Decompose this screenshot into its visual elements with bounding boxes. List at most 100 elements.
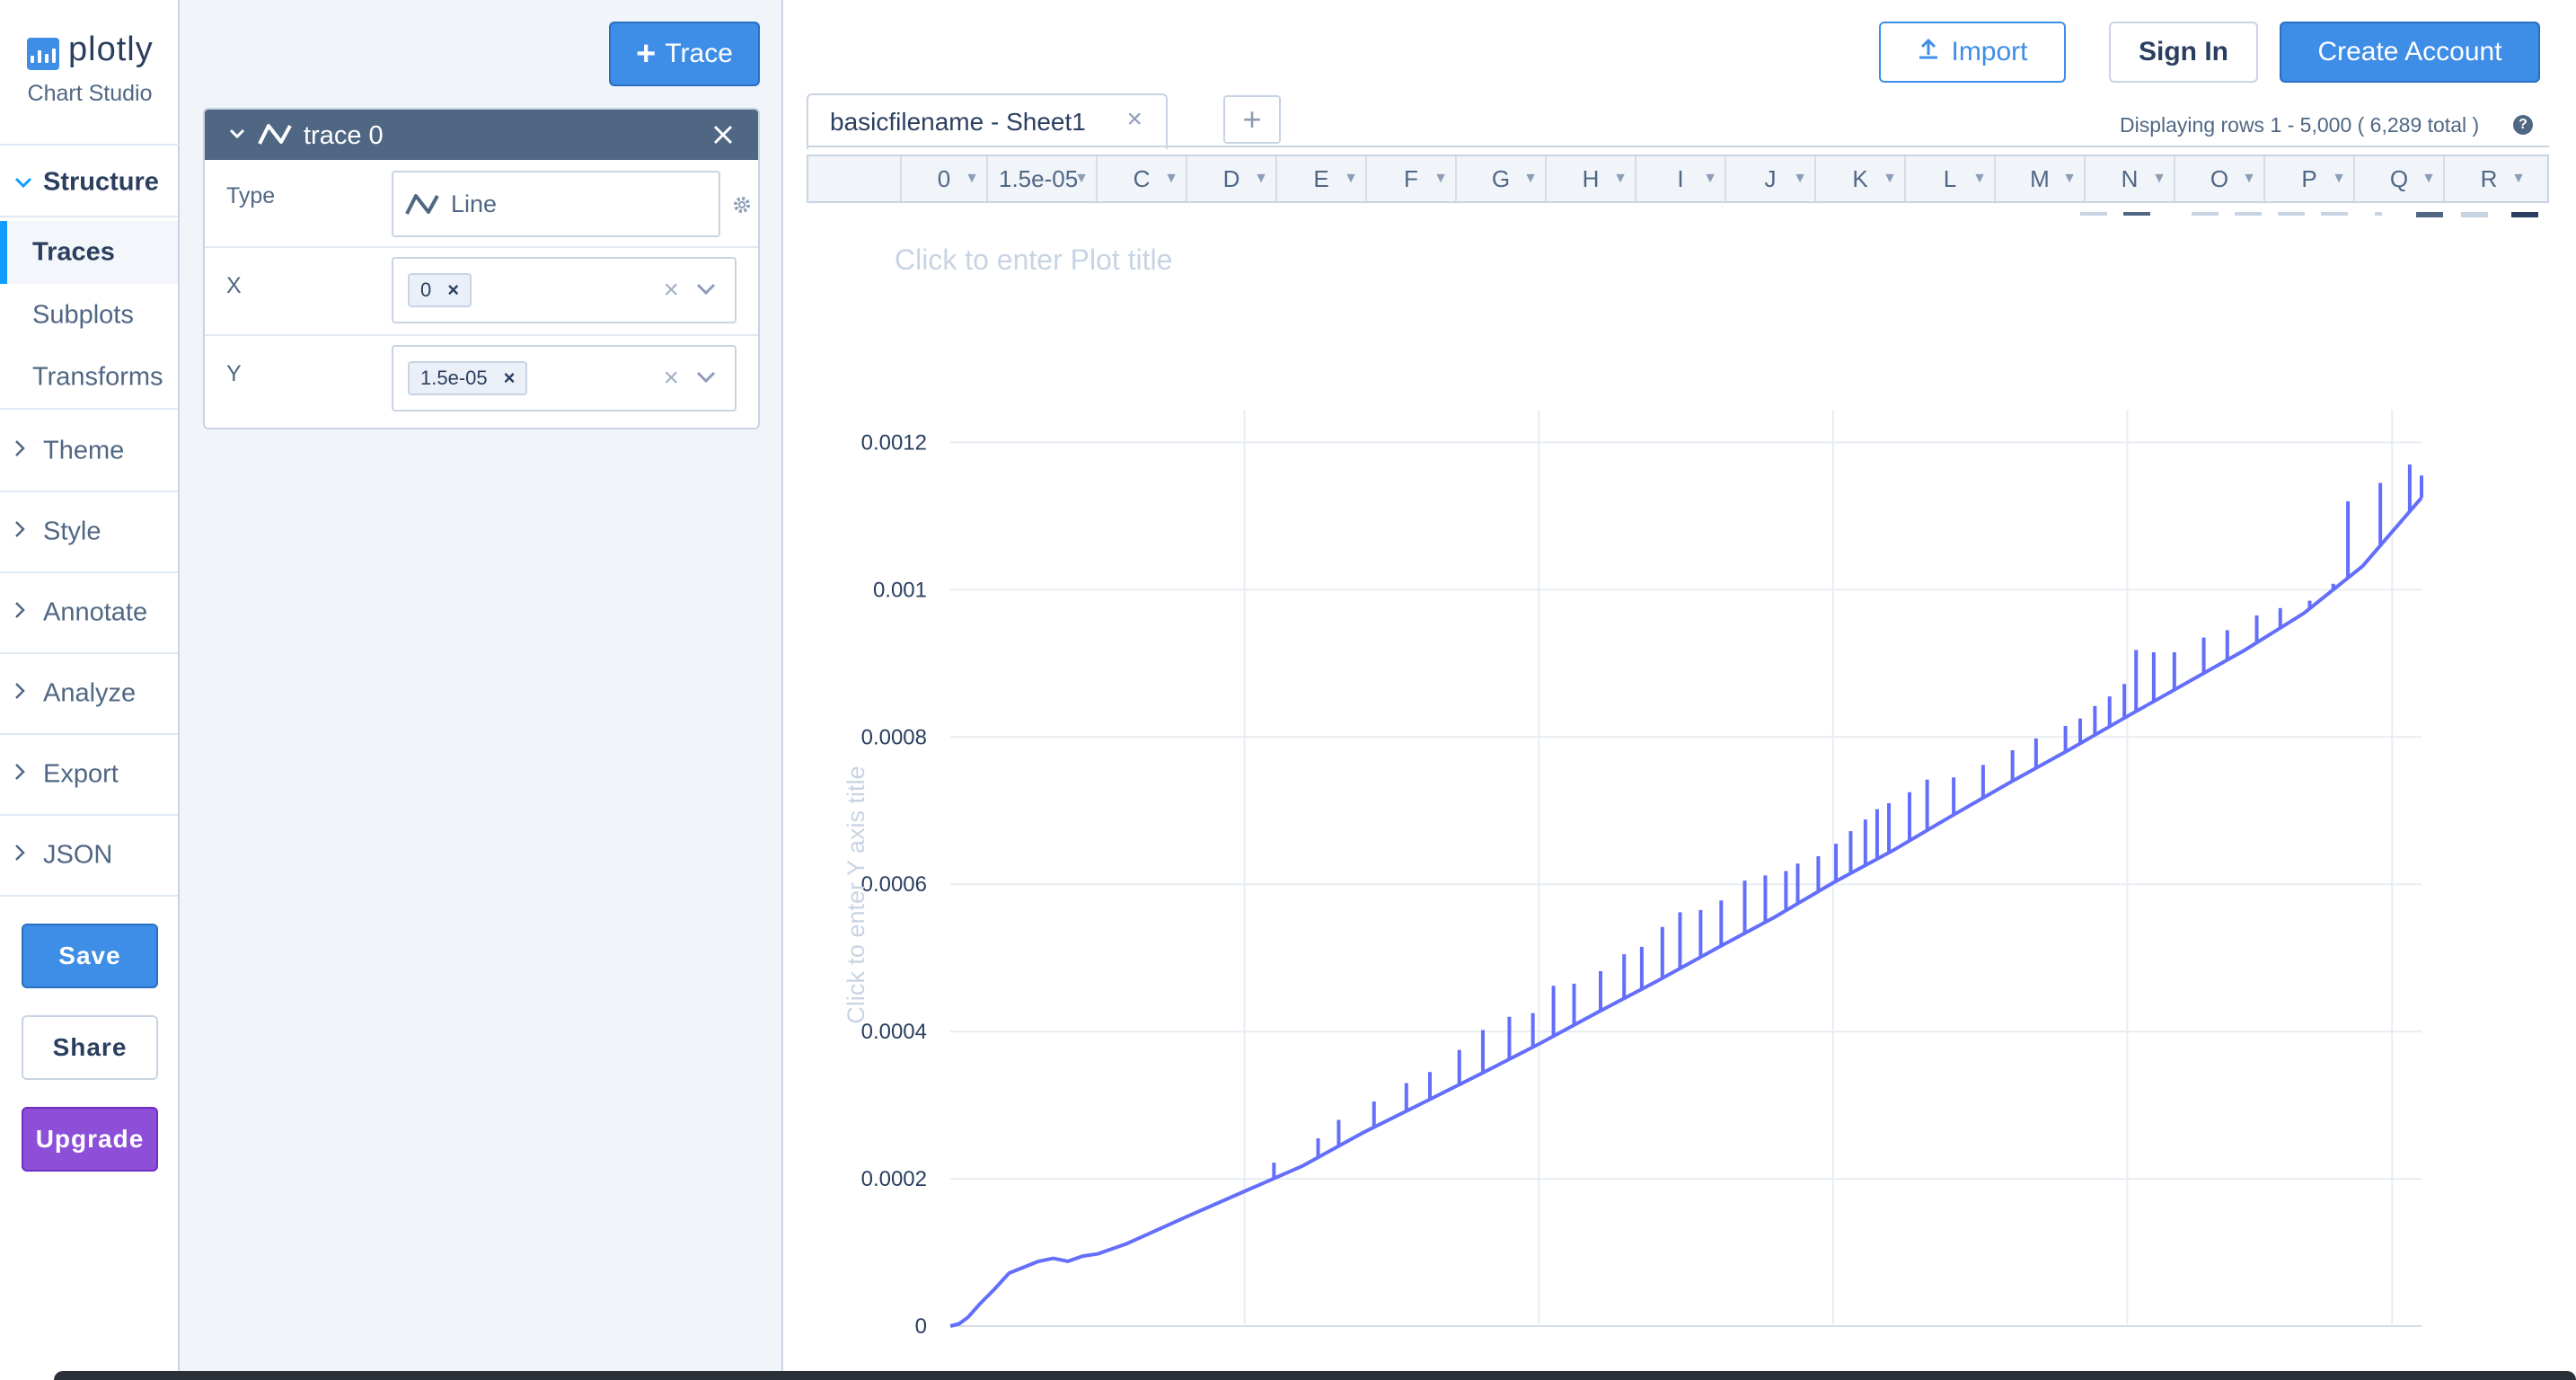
x-column-chip: 0 × [408,273,472,307]
help-icon[interactable]: ? [2513,115,2533,135]
column-menu-icon: ▼ [2062,171,2077,186]
column-header[interactable]: 0 ▼ [900,156,986,201]
nav-group-json[interactable]: JSON [0,816,178,897]
nav-group-style[interactable]: Style [0,492,178,573]
trace-panel: + Trace trace 0 Type Line X 0 × × Y 1.5e… [180,0,783,1380]
x-label: X [226,273,242,298]
column-menu-icon: ▼ [2152,171,2166,186]
add-trace-button[interactable]: + Trace [609,22,760,86]
y-tick-label: 0.0008 [861,725,927,749]
trace-line[interactable] [949,496,2423,1328]
column-menu-icon: ▼ [2242,171,2256,186]
column-header[interactable]: E ▼ [1275,156,1365,201]
y-tick-label: 0.0012 [861,430,927,455]
column-header[interactable]: J ▼ [1725,156,1814,201]
column-menu-icon: ▼ [1972,171,1987,186]
clear-icon[interactable]: × [663,363,679,394]
column-header[interactable]: 1.5e-05 ▼ [986,156,1096,201]
gear-icon[interactable] [731,194,753,220]
close-tab-icon[interactable]: × [1126,104,1142,135]
column-header[interactable]: K ▼ [1814,156,1904,201]
nav-item-label: Transforms [32,362,163,392]
nav-item-transforms[interactable]: Transforms [0,347,178,410]
y-column-value: 1.5e-05 [420,367,488,389]
trace-header[interactable]: trace 0 [205,110,758,160]
trace-type-select[interactable]: Line [392,171,720,237]
column-menu-icon: ▼ [1793,171,1807,186]
nav-group-structure[interactable]: Structure [0,149,178,217]
nav-group-theme[interactable]: Theme [0,411,178,492]
y-label: Y [226,361,242,386]
nav-group-analyze[interactable]: Analyze [0,654,178,735]
remove-chip-icon[interactable]: × [447,279,459,302]
clear-icon[interactable]: × [663,275,679,305]
nav-group-label: Theme [43,436,125,465]
chart-title[interactable]: Click to enter Plot title [895,243,1172,276]
upgrade-button[interactable]: Upgrade [22,1107,158,1172]
column-header[interactable]: I ▼ [1635,156,1725,201]
column-header[interactable]: G ▼ [1455,156,1545,201]
sign-in-button[interactable]: Sign In [2109,22,2258,83]
column-header[interactable]: L ▼ [1904,156,1994,201]
column-menu-icon: ▼ [1254,171,1268,186]
brand-subtitle: Chart Studio [27,81,153,106]
y-tick-label: 0.0004 [861,1020,927,1044]
close-icon[interactable] [711,117,735,161]
y-tick-label: 0 [915,1314,927,1339]
add-tab-button[interactable]: + [1223,95,1281,144]
plus-icon: + [636,35,657,73]
chevron-down-icon[interactable] [695,282,717,301]
y-axis-ticks: 0 0.0002 0.0004 0.0006 0.0008 0.001 0.0012 [861,430,927,1339]
type-label: Type [226,183,276,208]
nav-group-annotate[interactable]: Annotate [0,573,178,654]
column-menu-icon: ▼ [1074,171,1089,186]
chevron-down-icon[interactable] [228,120,246,153]
y-axis-title[interactable]: Click to enter Y axis title [842,765,869,1023]
x-column-select[interactable]: 0 × × [392,257,737,323]
column-menu-icon: ▼ [1703,171,1717,186]
y-tick-label: 0.0006 [861,872,927,897]
column-header[interactable]: H ▼ [1545,156,1635,201]
tab-label: basicfilename - Sheet1 [830,108,1086,136]
column-menu-icon: ▼ [965,171,979,186]
column-menu-icon: ▼ [1164,171,1178,186]
line-chart[interactable]: 0 0.0002 0.0004 0.0006 0.0008 0.001 0.0012 Cli… [787,203,2576,1371]
chevron-down-icon[interactable] [695,370,717,389]
trace-type-row: Type Line [205,160,758,248]
save-button[interactable]: Save [22,924,158,988]
chevron-right-icon [14,601,25,624]
data-spikes [1272,464,2423,1179]
tab-sheet1[interactable]: basicfilename - Sheet1 × [807,93,1168,149]
brand-name: plotly [68,31,154,68]
x-column-value: 0 [420,279,432,301]
column-menu-icon: ▼ [1434,171,1448,186]
window-bottom-edge [54,1371,2576,1380]
line-trace-icon [257,120,293,154]
y-tick-label: 0.001 [873,578,927,602]
column-menu-icon: ▼ [2422,171,2436,186]
trace-name: trace 0 [304,121,384,150]
column-menu-icon: ▼ [1883,171,1897,186]
nav-group-label: Style [43,517,101,546]
nav-group-label: Structure [43,167,159,197]
nav-item-subplots[interactable]: Subplots [0,284,178,347]
rows-info: Displaying rows 1 - 5,000 ( 6,289 total … [2120,113,2480,137]
trace-card: trace 0 Type Line X 0 × × Y 1.5e-05 × × [203,108,760,429]
column-header[interactable]: F ▼ [1365,156,1455,201]
row-index-header [808,156,900,201]
add-trace-label: Trace [665,39,733,68]
y-column-select[interactable]: 1.5e-05 × × [392,345,737,411]
nav-item-label: Traces [32,237,115,267]
column-header[interactable]: D ▼ [1186,156,1275,201]
nav-item-traces[interactable]: Traces [0,221,178,284]
chevron-right-icon [14,439,25,463]
remove-chip-icon[interactable]: × [504,367,516,390]
import-button[interactable]: Import [1879,22,2066,83]
create-account-button[interactable]: Create Account [2280,22,2540,83]
nav-group-label: JSON [43,840,113,870]
nav-group-export[interactable]: Export [0,735,178,816]
column-header[interactable]: C ▼ [1096,156,1186,201]
line-trace-icon [404,190,440,224]
share-button[interactable]: Share [22,1015,158,1080]
column-menu-icon: ▼ [2511,171,2526,186]
